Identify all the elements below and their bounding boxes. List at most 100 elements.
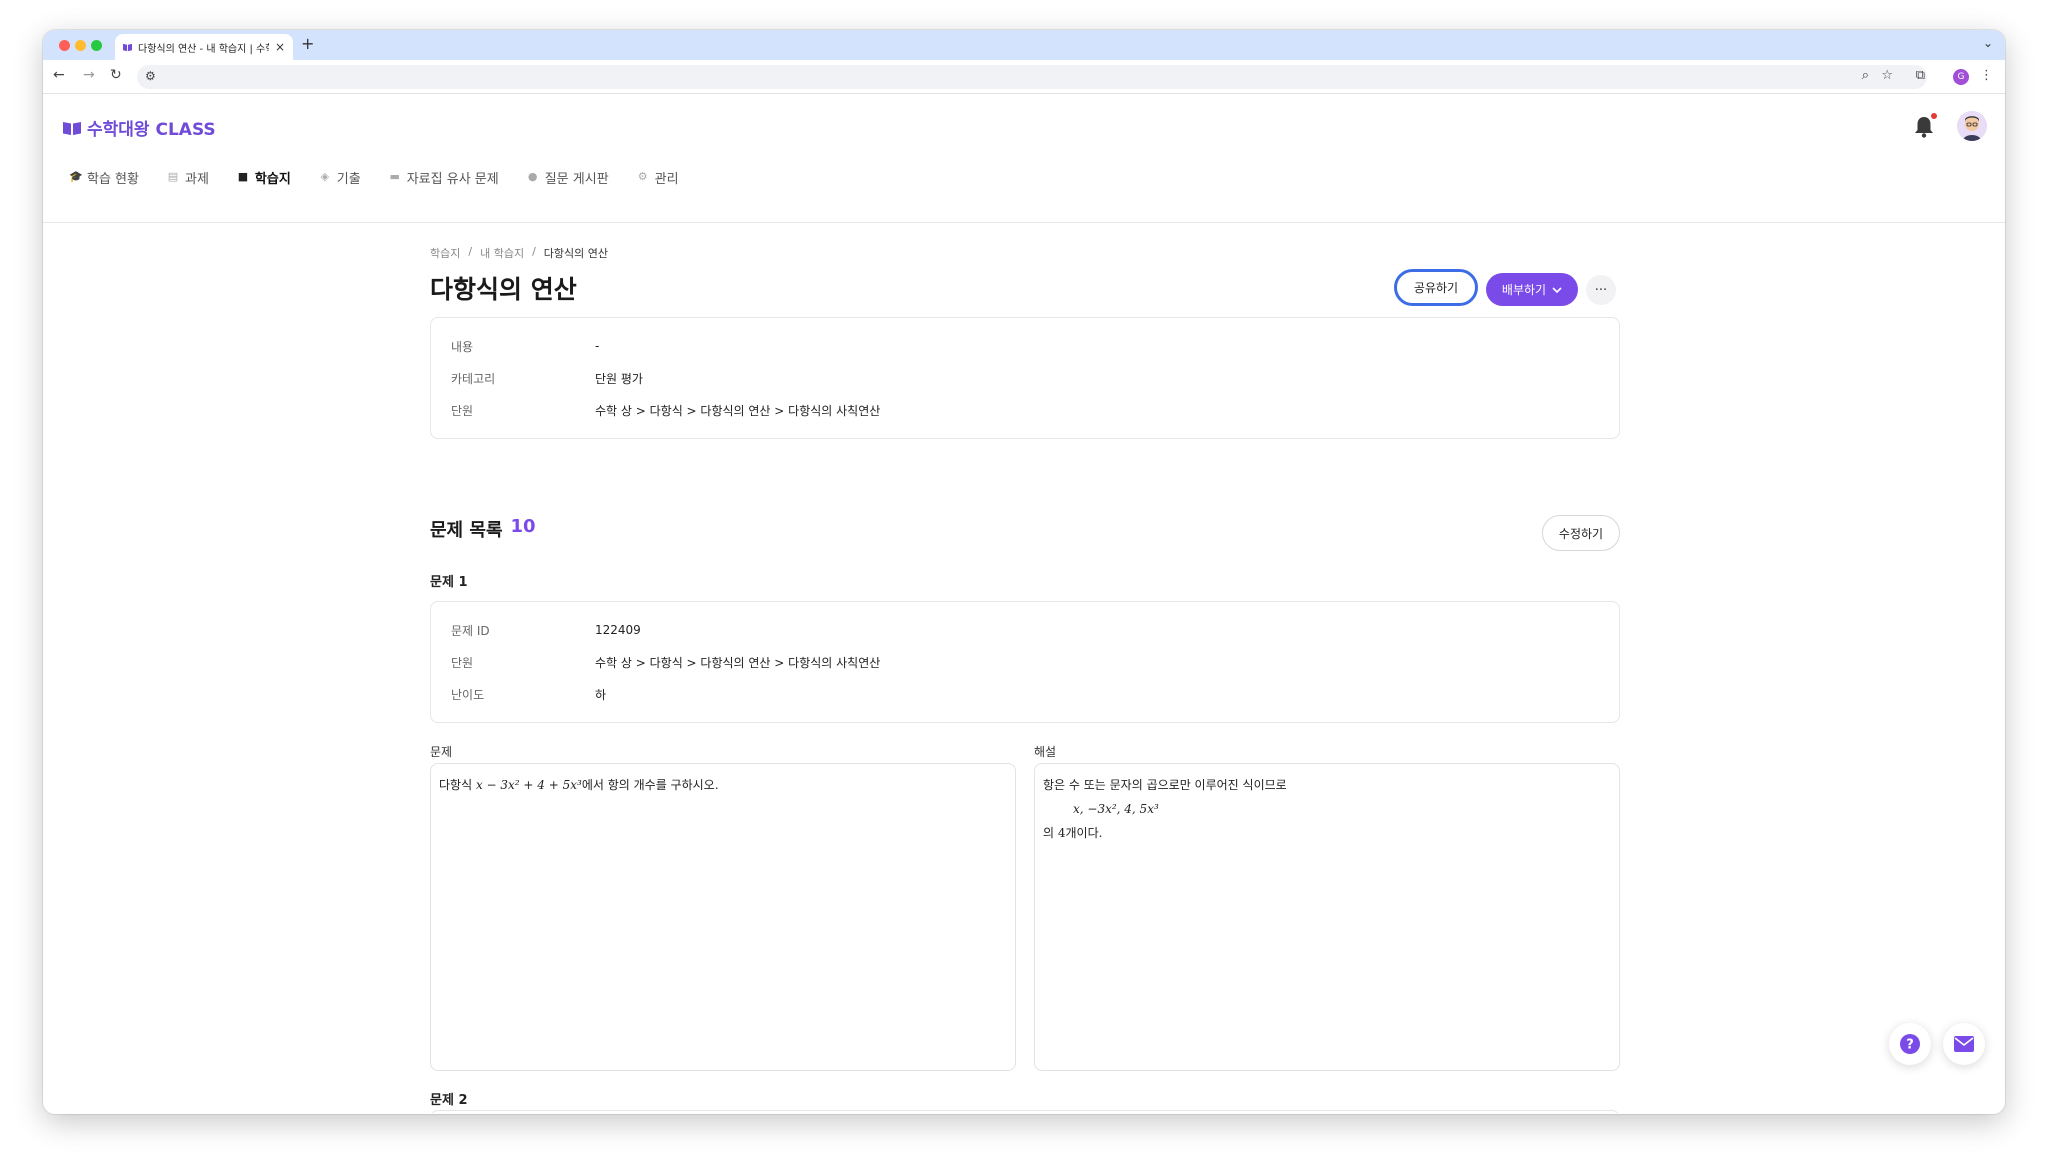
kebab-menu-icon[interactable]: ⋮ [1980,68,1993,83]
info-value: 단원 평가 [595,371,643,386]
notification-dot [1931,113,1937,119]
question-label: 문제 [430,745,453,759]
nav-item-label: 관리 [654,171,679,187]
back-arrow-icon[interactable]: ← [53,67,65,83]
browser-toolbar: ← → ↻ ⚙ ⌕ ☆ ⧉ G ⋮ [43,60,2005,94]
avatar-illustration-icon [1957,111,1987,141]
browser-tab[interactable]: 다항식의 연산 - 내 학습지 | 수학대 × [115,34,293,60]
question-prefix: 다항식 [439,778,476,792]
svg-text:?: ? [1906,1038,1914,1053]
info-row-unit: 단원 수학 상 > 다항식 > 다항식의 연산 > 다항식의 사칙연산 [451,394,1599,426]
problem-heading: 문제 1 [430,575,468,590]
nav-item-label: 자료집 유사 문제 [406,171,499,187]
logo-text: 수학대왕 CLASS [87,120,216,140]
minimize-window-button[interactable] [75,40,86,51]
breadcrumb-item-my-worksheets[interactable]: 내 학습지 [480,245,524,261]
breadcrumb: 학습지 / 내 학습지 / 다항식의 연산 [430,245,608,261]
meta-label: 단원 [451,655,474,670]
breadcrumb-item-worksheets[interactable]: 학습지 [430,245,460,261]
meta-label: 난이도 [451,687,485,702]
tab-title: 다항식의 연산 - 내 학습지 | 수학대 [138,43,269,55]
close-window-button[interactable] [59,40,70,51]
problem-heading: 문제 2 [430,1093,468,1108]
address-bar[interactable]: ⚙ [137,65,1927,89]
book-icon [123,43,132,51]
forward-arrow-icon[interactable]: → [83,67,95,83]
meta-row-difficulty: 난이도 하 [451,678,1599,710]
solution-label: 해설 [1034,745,1057,759]
meta-value: 수학 상 > 다항식 > 다항식의 연산 > 다항식의 사칙연산 [595,655,881,670]
nav-item-label: 질문 게시판 [544,171,609,187]
chat-bubble-icon: ● [527,170,538,183]
layers-icon: ◈ [320,170,330,183]
distribute-button[interactable]: 배부하기 [1486,273,1578,306]
sticky-note-icon: ■ [237,170,249,183]
new-tab-button[interactable]: + [301,34,314,53]
nav-item-label: 과제 [184,171,209,187]
nav-item-label: 기출 [336,171,361,187]
problem-meta-card: 문제 ID 122409 단원 수학 상 > 다항식 > 다항식의 연산 > 다… [430,601,1620,723]
main-nav: 🎓 학습 현황 ▤ 과제 ■ 학습지 ◈ 기출 ▬ 자료집 유사 문제 ● 질문 게시판 ⚙ 관리 [69,163,679,191]
site-settings-icon[interactable]: ⚙ [145,69,156,83]
solution-line: 항은 수 또는 문자의 곱으로만 이루어진 식이므로 [1043,778,1287,792]
info-label: 단원 [451,403,474,418]
tab-strip: 다항식의 연산 - 내 학습지 | 수학대 × + ⌄ [43,30,2005,60]
info-row-category: 카테고리 단원 평가 [451,362,1599,394]
question-mark-icon: ? [1900,1034,1920,1054]
maximize-window-button[interactable] [91,40,102,51]
folder-icon: ▬ [389,170,400,183]
nav-item-4[interactable]: ▬ 자료집 유사 문제 [389,168,499,187]
nav-item-3[interactable]: ◈ 기출 [319,168,361,187]
nav-item-2[interactable]: ■ 학습지 [237,168,291,187]
breadcrumb-separator: / [468,245,473,258]
question-suffix: 에서 항의 개수를 구하시오. [581,778,719,792]
meta-label: 문제 ID [451,623,490,638]
question-math: x − 3x² + 4 + 5x³ [475,778,582,792]
zoom-icon[interactable]: ⌕ [1862,68,1869,83]
info-row-content: 내용 - [451,330,1599,362]
graduation-cap-icon: 🎓 [69,170,83,183]
edit-button[interactable]: 수정하기 [1542,515,1620,551]
user-avatar[interactable] [1957,111,1987,141]
distribute-label: 배부하기 [1501,283,1547,297]
nav-item-label: 학습 현황 [87,171,139,187]
app-header: 수학대왕 CLASS 🎓 학습 현황 ▤ 과제 ■ 학습지 ◈ 기출 ▬ 자료집 유사 문제 ● 질문… [43,95,2005,223]
extensions-icon[interactable]: ⧉ [1916,68,1925,83]
main-content: 학습지 / 내 학습지 / 다항식의 연산 다항식의 연산 공유하기 배부하기 … [430,223,1620,1113]
meta-value: 하 [595,687,607,702]
envelope-icon [1954,1036,1974,1052]
solution-panel: 항은 수 또는 문자의 곱으로만 이루어진 식이므로 x, −3x², 4, 5… [1034,763,1620,1071]
browser-window: 다항식의 연산 - 내 학습지 | 수학대 × + ⌄ ← → ↻ ⚙ ⌕ ☆ … [43,30,2005,1114]
star-icon[interactable]: ☆ [1881,68,1893,83]
problem-meta-card [430,1110,1620,1113]
info-label: 내용 [451,339,474,354]
solution-line: 의 4개이다. [1043,826,1103,840]
chevron-down-icon[interactable]: ⌄ [1983,36,1993,50]
nav-item-0[interactable]: 🎓 학습 현황 [69,168,139,187]
profile-avatar[interactable]: G [1953,69,1969,85]
app-logo[interactable]: 수학대왕 CLASS [63,115,216,140]
nav-item-label: 학습지 [254,171,291,187]
app-root: 수학대왕 CLASS 🎓 학습 현황 ▤ 과제 ■ 학습지 ◈ 기출 ▬ 자료집 유사 문제 ● 질문… [43,95,2005,1114]
meta-row-unit: 단원 수학 상 > 다항식 > 다항식의 연산 > 다항식의 사칙연산 [451,646,1599,678]
help-button[interactable]: ? [1889,1023,1931,1065]
tab-close-icon[interactable]: × [275,40,285,54]
page-title: 다항식의 연산 [430,275,577,304]
book-icon [63,121,81,135]
problem-list-label: 문제 목록 [430,520,503,541]
problem-list-title: 문제 목록 10 [430,516,536,542]
info-label: 카테고리 [451,371,496,386]
chevron-down-icon [1552,286,1562,293]
nav-item-6[interactable]: ⚙ 관리 [637,168,679,187]
breadcrumb-separator: / [532,245,536,258]
more-options-button[interactable]: ··· [1586,275,1616,305]
nav-item-1[interactable]: ▤ 과제 [167,168,209,187]
reload-icon[interactable]: ↻ [110,67,122,83]
nav-item-5[interactable]: ● 질문 게시판 [527,168,609,187]
gear-icon: ⚙ [637,170,648,183]
share-button[interactable]: 공유하기 [1394,269,1478,306]
worksheet-info-card: 내용 - 카테고리 단원 평가 단원 수학 상 > 다항식 > 다항식의 연산 … [430,317,1620,439]
message-button[interactable] [1943,1023,1985,1065]
document-icon: ▤ [167,170,179,183]
solution-math: x, −3x², 4, 5x³ [1073,802,1159,816]
